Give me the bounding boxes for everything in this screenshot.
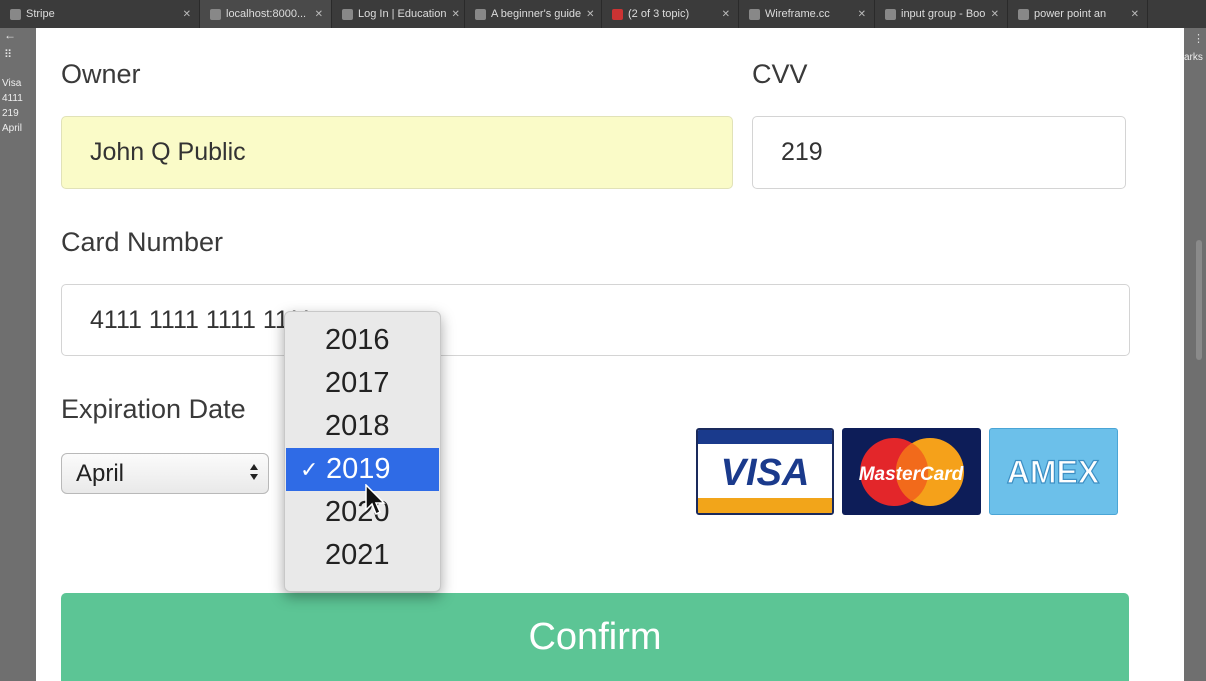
owner-value: John Q Public bbox=[90, 138, 246, 166]
year-option[interactable]: 2017 bbox=[285, 362, 440, 405]
year-option-label: 2017 bbox=[325, 367, 390, 399]
year-option[interactable]: 2021 bbox=[285, 534, 440, 577]
card-number-value: 4111 1111 1111 1111 bbox=[90, 305, 313, 334]
tab-favicon-icon bbox=[475, 8, 486, 20]
browser-tab[interactable]: (2 of 3 topic) ✕ bbox=[602, 0, 739, 28]
tab-label: power point an bbox=[1034, 8, 1107, 20]
apps-grid-icon[interactable]: ⠿ bbox=[4, 48, 12, 61]
background-text: Visa bbox=[2, 78, 22, 89]
payment-modal: Owner John Q Public CVV 219 Card Number … bbox=[36, 28, 1184, 681]
close-icon[interactable]: ✕ bbox=[991, 9, 999, 20]
year-option[interactable]: 2018 bbox=[285, 405, 440, 448]
year-option[interactable]: 2020 bbox=[285, 491, 440, 534]
browser-tab[interactable]: localhost:8000... ✕ bbox=[200, 0, 332, 28]
tab-favicon-icon bbox=[1018, 8, 1029, 20]
close-icon[interactable]: ✕ bbox=[586, 9, 594, 20]
background-page-right: ⋮ arks bbox=[1184, 28, 1206, 681]
tab-favicon-icon bbox=[210, 8, 221, 20]
amex-logo-text: AMEX bbox=[1007, 454, 1100, 490]
mouse-pointer-icon bbox=[365, 484, 386, 516]
tab-label: Wireframe.cc bbox=[765, 8, 830, 20]
month-select[interactable]: April bbox=[61, 453, 269, 494]
tab-favicon-icon bbox=[612, 8, 623, 20]
card-number-input[interactable]: 4111 1111 1111 1111 bbox=[61, 284, 1130, 356]
browser-tab[interactable]: Stripe ✕ bbox=[0, 0, 200, 28]
close-icon[interactable]: ✕ bbox=[315, 9, 323, 20]
year-option-selected[interactable]: ✓ 2019 bbox=[286, 448, 439, 491]
kebab-menu-icon[interactable]: ⋮ bbox=[1193, 32, 1204, 45]
year-option[interactable]: 2016 bbox=[285, 319, 440, 362]
confirm-button-label: Confirm bbox=[528, 615, 662, 658]
year-option-label: 2018 bbox=[325, 410, 390, 442]
background-text: 4111 bbox=[2, 93, 23, 104]
back-arrow-icon[interactable]: ← bbox=[4, 28, 16, 42]
cvv-value: 219 bbox=[781, 138, 823, 166]
browser-tab[interactable]: Log In | Education ✕ bbox=[332, 0, 465, 28]
tab-label: A beginner's guide bbox=[491, 8, 582, 20]
browser-tab[interactable]: A beginner's guide ✕ bbox=[465, 0, 602, 28]
owner-label: Owner bbox=[61, 59, 141, 89]
browser-tab[interactable]: Wireframe.cc ✕ bbox=[739, 0, 875, 28]
checkmark-icon: ✓ bbox=[300, 456, 319, 482]
browser-tab-bar: Stripe ✕ localhost:8000... ✕ Log In | Ed… bbox=[0, 0, 1206, 28]
tab-favicon-icon bbox=[749, 8, 760, 20]
cvv-label: CVV bbox=[752, 59, 808, 89]
close-icon[interactable]: ✕ bbox=[722, 9, 730, 20]
tab-label: Log In | Education bbox=[358, 8, 447, 20]
year-option-label: 2019 bbox=[326, 453, 391, 485]
month-select-value: April bbox=[76, 459, 125, 487]
tab-label: localhost:8000... bbox=[226, 8, 307, 20]
amex-logo: AMEX bbox=[989, 428, 1118, 515]
year-select-dropdown[interactable]: 2016 2017 2018 ✓ 2019 2020 2021 bbox=[284, 311, 441, 592]
close-icon[interactable]: ✕ bbox=[183, 9, 191, 20]
select-arrows-icon bbox=[250, 464, 258, 480]
tab-label: (2 of 3 topic) bbox=[628, 8, 690, 20]
background-text: 219 bbox=[2, 108, 19, 119]
tab-favicon-icon bbox=[342, 8, 353, 20]
mastercard-logo-text: MasterCard bbox=[859, 464, 964, 485]
visa-logo: VISA bbox=[696, 428, 834, 515]
year-option-label: 2021 bbox=[325, 539, 390, 571]
tab-label: input group - Boo bbox=[901, 8, 986, 20]
owner-input[interactable]: John Q Public bbox=[61, 116, 733, 189]
mastercard-logo: MasterCard bbox=[842, 428, 981, 515]
confirm-button[interactable]: Confirm bbox=[61, 593, 1129, 681]
tab-favicon-icon bbox=[885, 8, 896, 20]
visa-logo-text: VISA bbox=[721, 452, 810, 494]
card-number-label: Card Number bbox=[61, 227, 224, 257]
background-text: April bbox=[2, 123, 23, 134]
close-icon[interactable]: ✕ bbox=[451, 9, 459, 20]
tab-label: Stripe bbox=[26, 8, 55, 20]
scrollbar[interactable] bbox=[1196, 240, 1202, 360]
tab-favicon-icon bbox=[10, 8, 21, 20]
year-option-label: 2016 bbox=[325, 324, 390, 356]
browser-tab[interactable]: input group - Boo ✕ bbox=[875, 0, 1008, 28]
expiration-date-label: Expiration Date bbox=[61, 394, 246, 424]
close-icon[interactable]: ✕ bbox=[1131, 9, 1139, 20]
close-icon[interactable]: ✕ bbox=[858, 9, 866, 20]
bookmarks-label: arks bbox=[1184, 52, 1203, 63]
browser-tab[interactable]: power point an ✕ bbox=[1008, 0, 1148, 28]
cvv-input[interactable]: 219 bbox=[752, 116, 1126, 189]
